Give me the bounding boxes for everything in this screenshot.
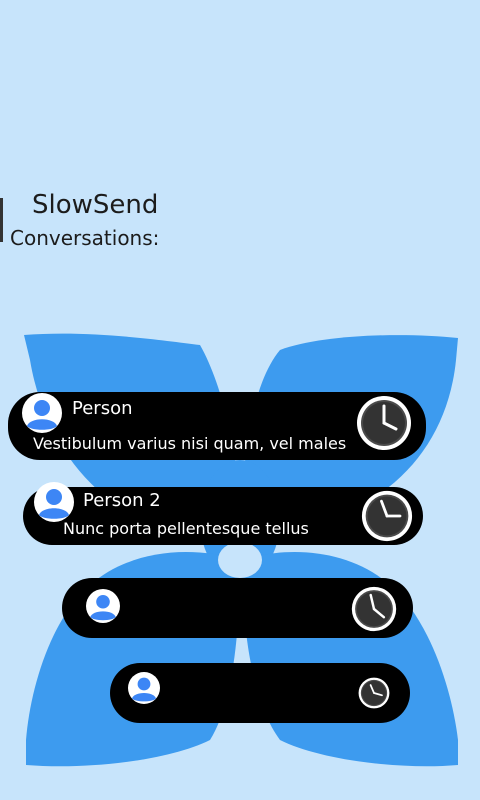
person-icon [22, 393, 62, 433]
conversation-item[interactable] [110, 663, 410, 723]
person-icon [86, 589, 120, 623]
clock-icon [361, 490, 413, 542]
conversation-item[interactable]: Person Vestibulum varius nisi quam, vel … [8, 392, 426, 460]
contact-name: Person [72, 398, 133, 419]
person-icon [128, 672, 160, 704]
conversation-item[interactable] [62, 578, 413, 638]
conversation-item[interactable]: Person 2 Nunc porta pellentesque tellus [23, 482, 423, 545]
message-preview: Nunc porta pellentesque tellus [63, 519, 309, 538]
header-accent-bar [0, 198, 3, 242]
app-title: SlowSend [32, 190, 159, 220]
contact-name: Person 2 [83, 490, 161, 511]
message-preview: Vestibulum varius nisi quam, vel males [33, 434, 347, 453]
conversations-heading: Conversations: [10, 226, 160, 250]
clock-icon [358, 677, 390, 709]
clock-icon [357, 396, 411, 450]
person-icon [34, 482, 74, 522]
clock-icon [351, 586, 397, 632]
